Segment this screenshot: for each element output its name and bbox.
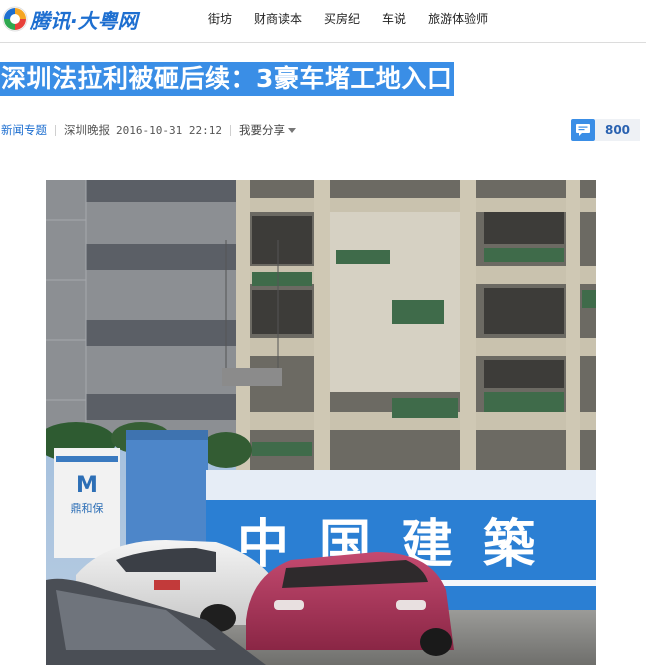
divider (55, 124, 56, 136)
nav-item-lvyou[interactable]: 旅游体验师 (428, 11, 488, 27)
article-photo: M 鼎和保 中国建築 (46, 180, 596, 665)
nav-item-cheshuo[interactable]: 车说 (382, 11, 406, 27)
page-title: 深圳法拉利被砸后续：3豪车堵工地入口 (0, 62, 455, 96)
publish-datetime: 2016-10-31 22:12 (116, 123, 222, 137)
share-label: 我要分享 (238, 123, 285, 137)
comment-counter[interactable]: 800 (571, 119, 640, 141)
title-wrap: 深圳法拉利被砸后续：3豪车堵工地入口 (0, 62, 455, 96)
nav-item-caishang[interactable]: 财商读本 (254, 11, 302, 27)
chevron-down-icon (287, 128, 296, 133)
site-logo[interactable]: 腾讯·大粤网 (2, 4, 138, 34)
nav-item-jiefang[interactable]: 街坊 (208, 11, 232, 27)
top-nav: 街坊 财商读本 买房纪 车说 旅游体验师 (208, 11, 510, 27)
tencent-logo-icon (2, 6, 28, 32)
article-meta: 新闻专题 深圳晚报 2016-10-31 22:12 我要分享 (1, 122, 296, 138)
svg-text:M: M (76, 473, 98, 498)
sign-text: 鼎和保 (71, 501, 104, 515)
site-header: 腾讯·大粤网 街坊 财商读本 买房纪 车说 旅游体验师 (0, 0, 646, 43)
source-label: 深圳晚报 (64, 123, 110, 137)
comment-count: 800 (595, 119, 640, 141)
divider (229, 124, 231, 136)
comment-icon (571, 119, 595, 141)
logo-text: 腾讯·大粤网 (30, 8, 138, 33)
nav-item-maifang[interactable]: 买房纪 (324, 11, 360, 27)
share-button[interactable]: 我要分享 (239, 122, 296, 138)
category-link[interactable]: 新闻专题 (1, 122, 47, 138)
